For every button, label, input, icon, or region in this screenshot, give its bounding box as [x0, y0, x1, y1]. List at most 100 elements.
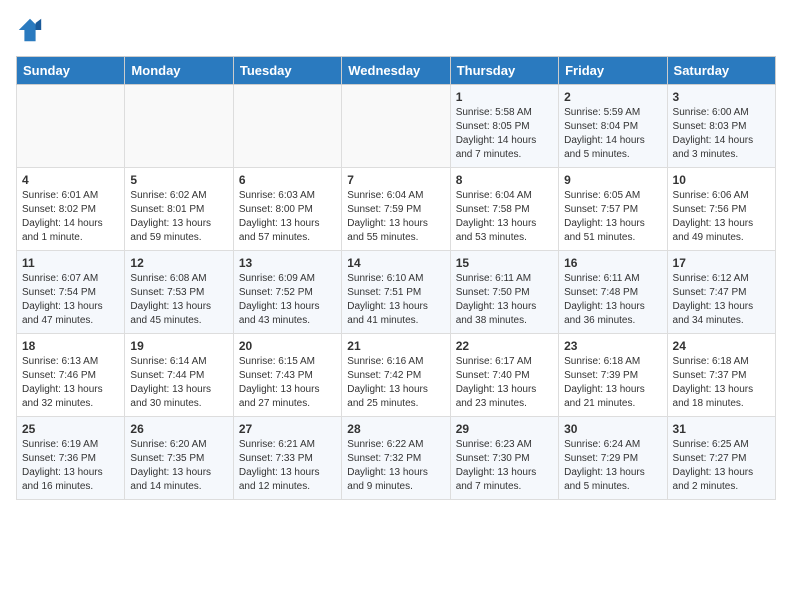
day-info: Sunrise: 6:01 AM Sunset: 8:02 PM Dayligh…	[22, 189, 119, 245]
calendar-cell: 14 Sunrise: 6:10 AM Sunset: 7:51 PM Dayli…	[342, 251, 450, 334]
day-info: Sunrise: 6:04 AM Sunset: 7:59 PM Dayligh…	[347, 189, 444, 245]
calendar-cell: 13Sunrise: 6:09 AM Sunset: 7:52 PM Dayli…	[233, 251, 341, 334]
day-info: Sunrise: 6:08 AM Sunset: 7:53 PM Dayligh…	[130, 272, 227, 328]
calendar-cell: 11Sunrise: 6:07 AM Sunset: 7:54 PM Dayli…	[17, 251, 125, 334]
calendar-header-row: SundayMondayTuesdayWednesdayThursdayFrid…	[17, 57, 776, 85]
calendar-week-row: 11Sunrise: 6:07 AM Sunset: 7:54 PM Dayli…	[17, 251, 776, 334]
calendar-cell: 26 Sunrise: 6:20 AM Sunset: 7:35 PM Dayli…	[125, 417, 233, 500]
calendar-cell: 6 Sunrise: 6:03 AM Sunset: 8:00 PM Daylig…	[233, 168, 341, 251]
day-info: Sunrise: 6:14 AM Sunset: 7:44 PM Dayligh…	[130, 355, 227, 411]
day-header-wednesday: Wednesday	[342, 57, 450, 85]
day-info: Sunrise: 6:05 AM Sunset: 7:57 PM Dayligh…	[564, 189, 661, 245]
day-info: Sunrise: 6:22 AM Sunset: 7:32 PM Dayligh…	[347, 438, 444, 494]
day-number: 12	[130, 256, 227, 270]
calendar-cell: 10 Sunrise: 6:06 AM Sunset: 7:56 PM Dayli…	[667, 168, 775, 251]
calendar-cell: 9 Sunrise: 6:05 AM Sunset: 7:57 PM Daylig…	[559, 168, 667, 251]
day-number: 30	[564, 422, 661, 436]
calendar-cell: 24 Sunrise: 6:18 AM Sunset: 7:37 PM Dayli…	[667, 334, 775, 417]
day-number: 24	[673, 339, 770, 353]
calendar-cell: 20 Sunrise: 6:15 AM Sunset: 7:43 PM Dayli…	[233, 334, 341, 417]
day-info: Sunrise: 5:59 AM Sunset: 8:04 PM Dayligh…	[564, 106, 661, 162]
day-number: 9	[564, 173, 661, 187]
day-number: 5	[130, 173, 227, 187]
day-number: 28	[347, 422, 444, 436]
calendar-cell: 1 Sunrise: 5:58 AM Sunset: 8:05 PM Daylig…	[450, 85, 558, 168]
day-header-monday: Monday	[125, 57, 233, 85]
calendar-cell: 12 Sunrise: 6:08 AM Sunset: 7:53 PM Dayli…	[125, 251, 233, 334]
calendar-week-row: 25Sunrise: 6:19 AM Sunset: 7:36 PM Dayli…	[17, 417, 776, 500]
day-number: 31	[673, 422, 770, 436]
day-info: Sunrise: 6:18 AM Sunset: 7:39 PM Dayligh…	[564, 355, 661, 411]
day-header-sunday: Sunday	[17, 57, 125, 85]
calendar-cell: 17 Sunrise: 6:12 AM Sunset: 7:47 PM Dayli…	[667, 251, 775, 334]
day-info: Sunrise: 6:15 AM Sunset: 7:43 PM Dayligh…	[239, 355, 336, 411]
day-number: 4	[22, 173, 119, 187]
day-number: 18	[22, 339, 119, 353]
day-number: 26	[130, 422, 227, 436]
day-info: Sunrise: 6:10 AM Sunset: 7:51 PM Dayligh…	[347, 272, 444, 328]
day-number: 17	[673, 256, 770, 270]
day-info: Sunrise: 6:12 AM Sunset: 7:47 PM Dayligh…	[673, 272, 770, 328]
day-info: Sunrise: 6:04 AM Sunset: 7:58 PM Dayligh…	[456, 189, 553, 245]
day-number: 21	[347, 339, 444, 353]
calendar-cell: 19Sunrise: 6:14 AM Sunset: 7:44 PM Dayli…	[125, 334, 233, 417]
day-number: 23	[564, 339, 661, 353]
day-number: 16	[564, 256, 661, 270]
day-info: Sunrise: 6:03 AM Sunset: 8:00 PM Dayligh…	[239, 189, 336, 245]
day-info: Sunrise: 6:11 AM Sunset: 7:48 PM Dayligh…	[564, 272, 661, 328]
day-number: 20	[239, 339, 336, 353]
calendar-cell: 5 Sunrise: 6:02 AM Sunset: 8:01 PM Daylig…	[125, 168, 233, 251]
day-info: Sunrise: 5:58 AM Sunset: 8:05 PM Dayligh…	[456, 106, 553, 162]
day-info: Sunrise: 6:06 AM Sunset: 7:56 PM Dayligh…	[673, 189, 770, 245]
calendar-week-row: 18 Sunrise: 6:13 AM Sunset: 7:46 PM Dayli…	[17, 334, 776, 417]
calendar-cell: 23 Sunrise: 6:18 AM Sunset: 7:39 PM Dayli…	[559, 334, 667, 417]
calendar-cell	[125, 85, 233, 168]
calendar-cell: 25Sunrise: 6:19 AM Sunset: 7:36 PM Dayli…	[17, 417, 125, 500]
day-number: 29	[456, 422, 553, 436]
day-info: Sunrise: 6:00 AM Sunset: 8:03 PM Dayligh…	[673, 106, 770, 162]
day-number: 11	[22, 256, 119, 270]
calendar-table: SundayMondayTuesdayWednesdayThursdayFrid…	[16, 56, 776, 500]
calendar-cell	[342, 85, 450, 168]
day-info: Sunrise: 6:13 AM Sunset: 7:46 PM Dayligh…	[22, 355, 119, 411]
day-info: Sunrise: 6:17 AM Sunset: 7:40 PM Dayligh…	[456, 355, 553, 411]
calendar-cell	[233, 85, 341, 168]
day-header-thursday: Thursday	[450, 57, 558, 85]
day-number: 6	[239, 173, 336, 187]
calendar-cell: 3 Sunrise: 6:00 AM Sunset: 8:03 PM Daylig…	[667, 85, 775, 168]
day-header-friday: Friday	[559, 57, 667, 85]
day-number: 14	[347, 256, 444, 270]
calendar-cell: 18 Sunrise: 6:13 AM Sunset: 7:46 PM Dayli…	[17, 334, 125, 417]
day-info: Sunrise: 6:16 AM Sunset: 7:42 PM Dayligh…	[347, 355, 444, 411]
day-number: 27	[239, 422, 336, 436]
day-info: Sunrise: 6:09 AM Sunset: 7:52 PM Dayligh…	[239, 272, 336, 328]
calendar-cell: 16 Sunrise: 6:11 AM Sunset: 7:48 PM Dayli…	[559, 251, 667, 334]
day-info: Sunrise: 6:20 AM Sunset: 7:35 PM Dayligh…	[130, 438, 227, 494]
day-header-tuesday: Tuesday	[233, 57, 341, 85]
calendar-cell: 30 Sunrise: 6:24 AM Sunset: 7:29 PM Dayli…	[559, 417, 667, 500]
calendar-week-row: 1 Sunrise: 5:58 AM Sunset: 8:05 PM Daylig…	[17, 85, 776, 168]
day-info: Sunrise: 6:24 AM Sunset: 7:29 PM Dayligh…	[564, 438, 661, 494]
calendar-cell: 28 Sunrise: 6:22 AM Sunset: 7:32 PM Dayli…	[342, 417, 450, 500]
calendar-week-row: 4 Sunrise: 6:01 AM Sunset: 8:02 PM Daylig…	[17, 168, 776, 251]
day-number: 25	[22, 422, 119, 436]
calendar-cell: 21 Sunrise: 6:16 AM Sunset: 7:42 PM Dayli…	[342, 334, 450, 417]
day-number: 22	[456, 339, 553, 353]
day-header-saturday: Saturday	[667, 57, 775, 85]
day-number: 10	[673, 173, 770, 187]
calendar-cell: 29Sunrise: 6:23 AM Sunset: 7:30 PM Dayli…	[450, 417, 558, 500]
day-number: 8	[456, 173, 553, 187]
day-info: Sunrise: 6:18 AM Sunset: 7:37 PM Dayligh…	[673, 355, 770, 411]
day-info: Sunrise: 6:02 AM Sunset: 8:01 PM Dayligh…	[130, 189, 227, 245]
calendar-cell: 22 Sunrise: 6:17 AM Sunset: 7:40 PM Dayli…	[450, 334, 558, 417]
day-info: Sunrise: 6:25 AM Sunset: 7:27 PM Dayligh…	[673, 438, 770, 494]
day-number: 7	[347, 173, 444, 187]
day-number: 3	[673, 90, 770, 104]
page-header	[16, 16, 776, 44]
calendar-cell: 27Sunrise: 6:21 AM Sunset: 7:33 PM Dayli…	[233, 417, 341, 500]
day-info: Sunrise: 6:11 AM Sunset: 7:50 PM Dayligh…	[456, 272, 553, 328]
calendar-cell: 8 Sunrise: 6:04 AM Sunset: 7:58 PM Daylig…	[450, 168, 558, 251]
day-number: 2	[564, 90, 661, 104]
day-number: 1	[456, 90, 553, 104]
calendar-cell: 7 Sunrise: 6:04 AM Sunset: 7:59 PM Daylig…	[342, 168, 450, 251]
